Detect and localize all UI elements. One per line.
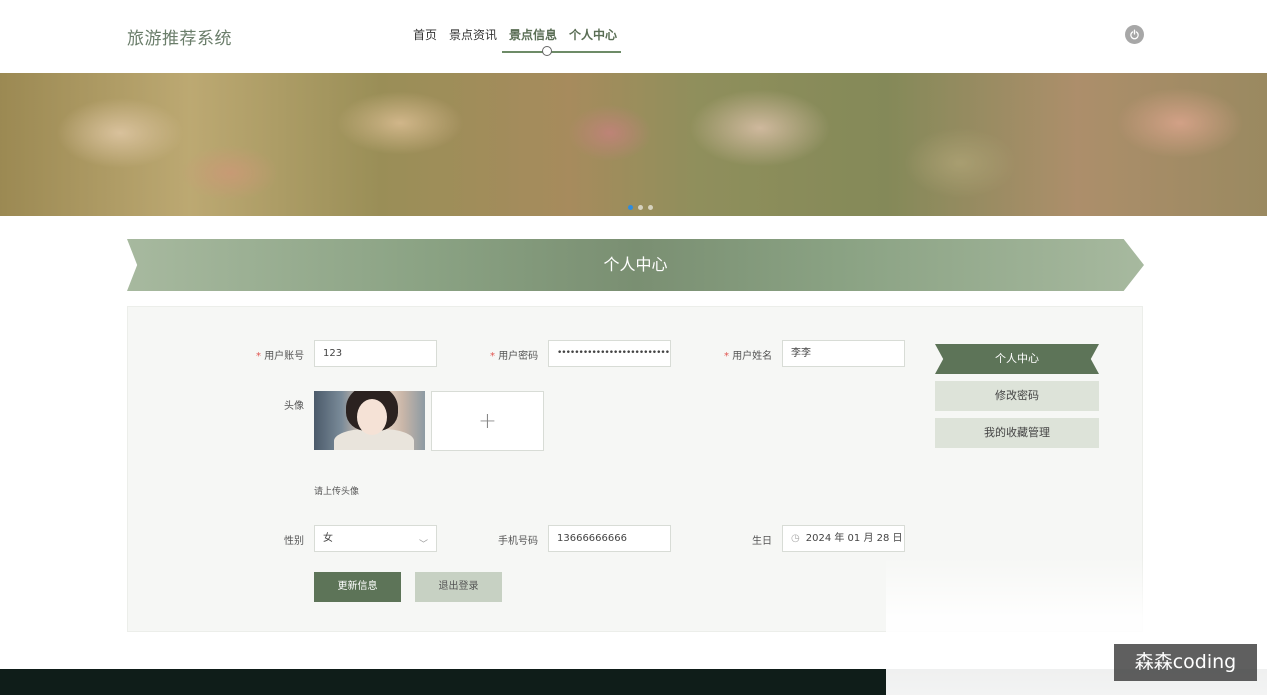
side-menu-user-center[interactable]: 个人中心 (935, 344, 1099, 374)
phone-label: 手机号码 (498, 536, 538, 547)
carousel-dot[interactable] (648, 205, 653, 210)
birthday-value: 2024 年 01 月 28 日 (805, 533, 903, 544)
avatar-upload-button[interactable]: + (431, 391, 544, 451)
password-input[interactable]: •••••••••••••••••••••••••••••••• (548, 340, 671, 367)
gender-select[interactable]: 女 ﹀ (314, 525, 437, 552)
nav-attraction-news[interactable]: 景点资讯 (443, 26, 503, 54)
top-header: 旅游推荐系统 首页 景点资讯 景点信息 个人中心 (0, 0, 1267, 73)
nav-user-center[interactable]: 个人中心 (563, 26, 623, 54)
carousel-dots (628, 205, 653, 210)
chevron-down-icon: ﹀ (418, 540, 428, 550)
name-input[interactable]: 李李 (782, 340, 905, 367)
birthday-picker[interactable]: ◷ 2024 年 01 月 28 日 (782, 525, 905, 552)
avatar-upload-hint: 请上传头像 (314, 487, 360, 497)
name-label: * 用户姓名 (724, 351, 773, 362)
power-button[interactable] (1125, 25, 1144, 44)
side-menu-change-password[interactable]: 修改密码 (935, 381, 1099, 411)
update-info-button[interactable]: 更新信息 (314, 572, 401, 602)
nav-active-underline (502, 51, 621, 53)
nav-attraction-info[interactable]: 景点信息 (503, 26, 563, 54)
hero-banner-carousel[interactable] (0, 73, 1267, 216)
plus-icon: + (478, 408, 497, 434)
avatar-label: 头像 (284, 401, 304, 412)
phone-input[interactable]: 13666666666 (548, 525, 671, 552)
power-icon (1130, 29, 1139, 40)
clock-icon: ◷ (791, 533, 800, 544)
side-menu-favorites[interactable]: 我的收藏管理 (935, 418, 1099, 448)
avatar-image[interactable] (314, 391, 425, 450)
account-label: * 用户账号 (256, 351, 305, 362)
mouse-cursor (542, 46, 552, 56)
password-label: * 用户密码 (490, 351, 539, 362)
logout-button[interactable]: 退出登录 (415, 572, 502, 602)
gender-label: 性别 (284, 536, 304, 547)
birthday-label: 生日 (752, 536, 772, 547)
watermark: 森森coding (1114, 644, 1257, 681)
site-logo[interactable]: 旅游推荐系统 (127, 24, 232, 49)
nav-home[interactable]: 首页 (407, 26, 443, 54)
carousel-dot[interactable] (638, 205, 643, 210)
main-nav: 首页 景点资讯 景点信息 个人中心 (407, 26, 623, 54)
page-title: 个人中心 (603, 255, 668, 274)
gender-value: 女 (323, 533, 333, 544)
carousel-dot[interactable] (628, 205, 633, 210)
account-input[interactable]: 123 (314, 340, 437, 367)
